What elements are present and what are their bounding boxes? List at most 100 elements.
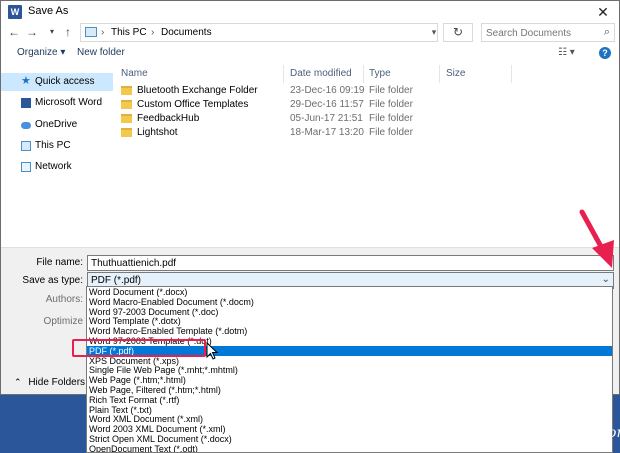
type-option[interactable]: Word Macro-Enabled Template (*.dotm) [87, 326, 612, 336]
address-bar[interactable]: › This PC › Documents [80, 23, 438, 42]
authors-label: Authors: [45, 294, 83, 305]
type-option[interactable]: Single File Web Page (*.mht;*.mhtml) [87, 365, 612, 375]
address-history-button[interactable]: ▾ [427, 23, 441, 42]
this-pc-icon [85, 27, 97, 37]
column-header-size[interactable]: Size [446, 68, 465, 79]
command-bar: Organize ▾ New folder ☷ ▾ ? [1, 43, 619, 63]
folder-icon [121, 114, 132, 123]
network-icon [21, 162, 31, 172]
mouse-cursor-icon [206, 342, 219, 360]
back-arrow-icon: ← [8, 25, 20, 39]
computer-icon [21, 141, 31, 151]
close-icon: ✕ [597, 4, 609, 20]
breadcrumb-documents[interactable]: Documents [161, 27, 212, 38]
window-title: Save As [28, 5, 69, 17]
sidebar-item-network[interactable]: Network [1, 158, 113, 176]
sidebar-item-onedrive[interactable]: OneDrive [1, 116, 113, 134]
file-date: 18-Mar-17 13:20 [290, 127, 364, 138]
sidebar-item-quick-access[interactable]: ★ Quick access [1, 73, 113, 91]
file-date: 29-Dec-16 11:57 [290, 99, 364, 110]
column-header-type[interactable]: Type [369, 68, 391, 79]
folder-icon [121, 86, 132, 95]
type-option[interactable]: Plain Text (*.txt) [87, 405, 612, 415]
type-option[interactable]: Word Template (*.dotx) [87, 316, 612, 326]
column-divider[interactable] [283, 65, 284, 83]
type-option[interactable]: Web Page, Filtered (*.htm;*.html) [87, 385, 612, 395]
file-row[interactable]: Custom Office Templates 29-Dec-16 11:57 … [121, 98, 581, 112]
search-icon: ⌕ [603, 26, 610, 38]
navigation-bar: ← → ▾ ↑ › This PC › Documents ▾ ↻ ⌕ [1, 23, 619, 43]
refresh-icon: ↻ [452, 25, 464, 39]
cloud-icon [21, 122, 31, 129]
file-name: Lightshot [137, 127, 178, 138]
file-name-field[interactable] [87, 255, 614, 271]
file-type: File folder [369, 85, 413, 96]
file-name: Custom Office Templates [137, 99, 249, 110]
sidebar-item-label: Microsoft Word [35, 97, 103, 108]
title-bar: W Save As ✕ [1, 1, 619, 23]
annotation-highlight-box [72, 339, 206, 357]
back-button[interactable]: ← [7, 24, 21, 40]
sidebar-item-microsoft-word[interactable]: Microsoft Word [1, 94, 113, 112]
hide-folders-label: Hide Folders [28, 377, 86, 388]
type-option[interactable]: Web Page (*.htm;*.html) [87, 375, 612, 385]
help-icon[interactable]: ? [599, 47, 611, 59]
file-list: Name Date modified Type Size Bluetooth E… [113, 65, 619, 247]
save-as-type-value: PDF (*.pdf) [91, 275, 142, 286]
type-option[interactable]: Rich Text Format (*.rtf) [87, 395, 612, 405]
organize-button[interactable]: Organize ▾ [17, 47, 65, 58]
type-option[interactable]: OpenDocument Text (*.odt) [87, 444, 612, 452]
chevron-up-icon: ⌃ [14, 377, 22, 387]
recent-locations-button[interactable]: ▾ [45, 24, 59, 40]
file-date: 05-Jun-17 21:51 [290, 113, 363, 124]
optimize-label: Optimize [43, 316, 83, 327]
type-option[interactable]: XPS Document (*.xps) [87, 356, 612, 366]
type-option[interactable]: Word 97-2003 Document (*.doc) [87, 307, 612, 317]
sidebar-item-label: Quick access [35, 76, 95, 87]
up-button[interactable]: ↑ [61, 24, 75, 40]
star-icon: ★ [21, 75, 31, 87]
word-app-icon: W [8, 5, 22, 19]
forward-arrow-icon: → [26, 25, 38, 39]
file-name-label: File name: [36, 257, 83, 268]
save-as-type-label: Save as type: [22, 275, 83, 286]
file-row[interactable]: FeedbackHub 05-Jun-17 21:51 File folder [121, 112, 581, 126]
file-type: File folder [369, 99, 413, 110]
file-type: File folder [369, 113, 413, 124]
breadcrumb-separator-icon: › [151, 27, 155, 38]
breadcrumb-this-pc[interactable]: This PC [111, 27, 147, 38]
search-box[interactable]: ⌕ [481, 23, 615, 42]
type-option[interactable]: Word Document (*.docx) [87, 287, 612, 297]
forward-button[interactable]: → [25, 24, 39, 40]
refresh-button[interactable]: ↻ [443, 23, 473, 42]
folder-icon [121, 100, 132, 109]
file-name-input[interactable] [88, 256, 613, 270]
sidebar-item-this-pc[interactable]: This PC [1, 137, 113, 155]
search-input[interactable] [486, 26, 596, 40]
type-option[interactable]: Word Macro-Enabled Document (*.docm) [87, 297, 612, 307]
column-header-name[interactable]: Name [121, 68, 148, 79]
sidebar-item-label: Network [35, 161, 72, 172]
hide-folders-button[interactable]: ⌃ Hide Folders [14, 377, 85, 388]
column-divider[interactable] [511, 65, 512, 83]
new-folder-button[interactable]: New folder [77, 47, 125, 58]
column-divider[interactable] [363, 65, 364, 83]
file-date: 23-Dec-16 09:19 [290, 85, 365, 96]
file-name: FeedbackHub [137, 113, 200, 124]
change-view-button[interactable]: ☷ ▾ [558, 47, 575, 58]
chevron-down-icon: ⌄ [601, 274, 610, 285]
chevron-down-icon: ▾ [431, 27, 437, 37]
watermark: Thuthuattienich.com [482, 425, 620, 441]
folder-icon [121, 128, 132, 137]
breadcrumb-separator-icon: › [101, 27, 105, 38]
file-type: File folder [369, 127, 413, 138]
file-row[interactable]: Bluetooth Exchange Folder 23-Dec-16 09:1… [121, 84, 581, 98]
chevron-down-icon: ▾ [49, 27, 54, 36]
up-arrow-icon: ↑ [65, 25, 71, 39]
close-button[interactable]: ✕ [593, 2, 613, 22]
type-option[interactable]: Word XML Document (*.xml) [87, 414, 612, 424]
column-header-date[interactable]: Date modified [290, 68, 352, 79]
navigation-pane: ★ Quick access Microsoft Word OneDrive T… [1, 65, 113, 247]
column-divider[interactable] [439, 65, 440, 83]
file-row[interactable]: Lightshot 18-Mar-17 13:20 File folder [121, 126, 581, 140]
